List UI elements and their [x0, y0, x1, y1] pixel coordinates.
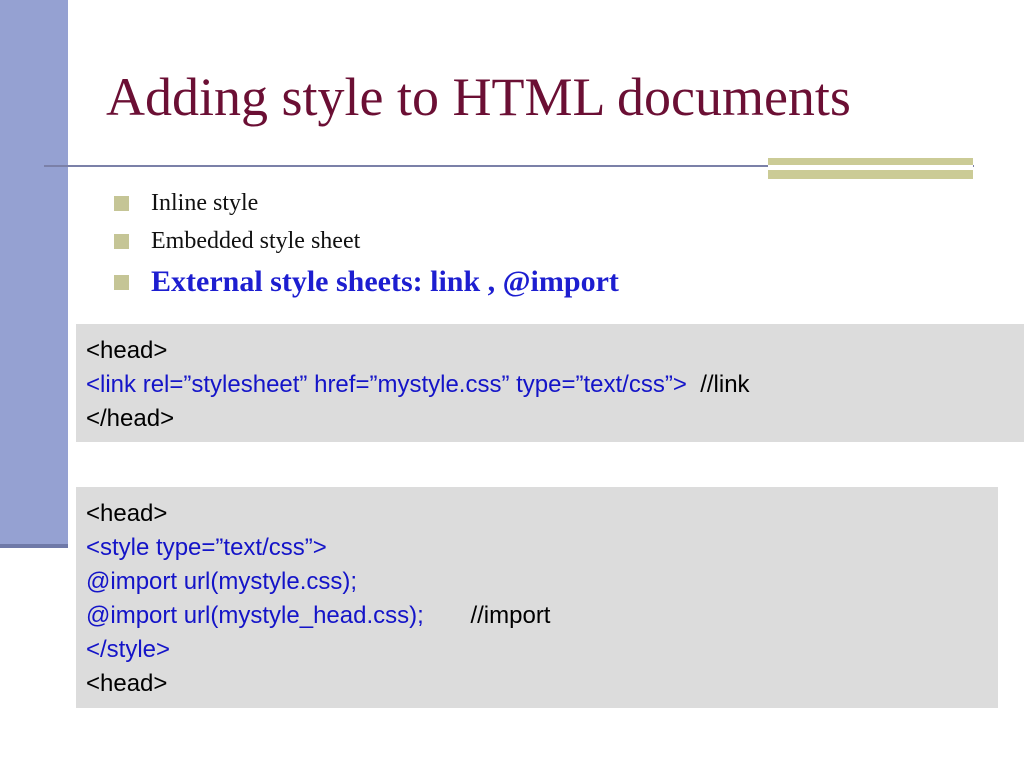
bullet-list: Inline style Embedded style sheet Extern…	[114, 184, 619, 304]
bullet-inline-style: Inline style	[114, 184, 619, 222]
bullet-label: Inline style	[151, 189, 259, 216]
code-line-import-2: @import url(mystyle_head.css); //import	[86, 599, 998, 633]
code-line-import-1: @import url(mystyle.css);	[86, 568, 358, 595]
slide-title: Adding style to HTML documents	[106, 67, 851, 127]
code-block-link-example: <head> <link rel=”stylesheet” href=”myst…	[76, 324, 1024, 442]
link-tag-code: <link rel=”stylesheet” href=”mystyle.css…	[86, 371, 687, 398]
square-bullet-icon	[114, 233, 129, 249]
title-accent-stripe	[768, 158, 973, 179]
accent-stripe-line	[768, 165, 973, 170]
link-comment: //link	[686, 371, 750, 398]
left-decorative-bar	[0, 0, 68, 548]
square-bullet-icon	[114, 195, 129, 211]
code-line-style-open: <style type=”text/css”>	[86, 534, 327, 561]
bullet-label: Embedded style sheet	[151, 227, 361, 254]
code-block-import-example: <head> <style type=”text/css”> @import u…	[76, 487, 998, 708]
code-line-head-open: <head>	[86, 337, 168, 364]
code-line-style-close: </style>	[86, 636, 171, 663]
bullet-label: External style sheets: link , @import	[151, 265, 619, 298]
code-line-head-open: <head>	[86, 500, 168, 527]
code-line-head-end: <head>	[86, 670, 168, 697]
code-line-head-close: </head>	[86, 405, 175, 432]
code-line-link: <link rel=”stylesheet” href=”mystyle.css…	[86, 368, 1024, 402]
import-comment: //import	[423, 602, 551, 629]
square-bullet-icon	[114, 274, 129, 290]
bullet-embedded-style-sheet: Embedded style sheet	[114, 222, 619, 260]
import-code: @import url(mystyle_head.css);	[86, 602, 424, 629]
bullet-external-style-sheets: External style sheets: link , @import	[114, 260, 619, 304]
left-bar-edge	[0, 544, 68, 548]
